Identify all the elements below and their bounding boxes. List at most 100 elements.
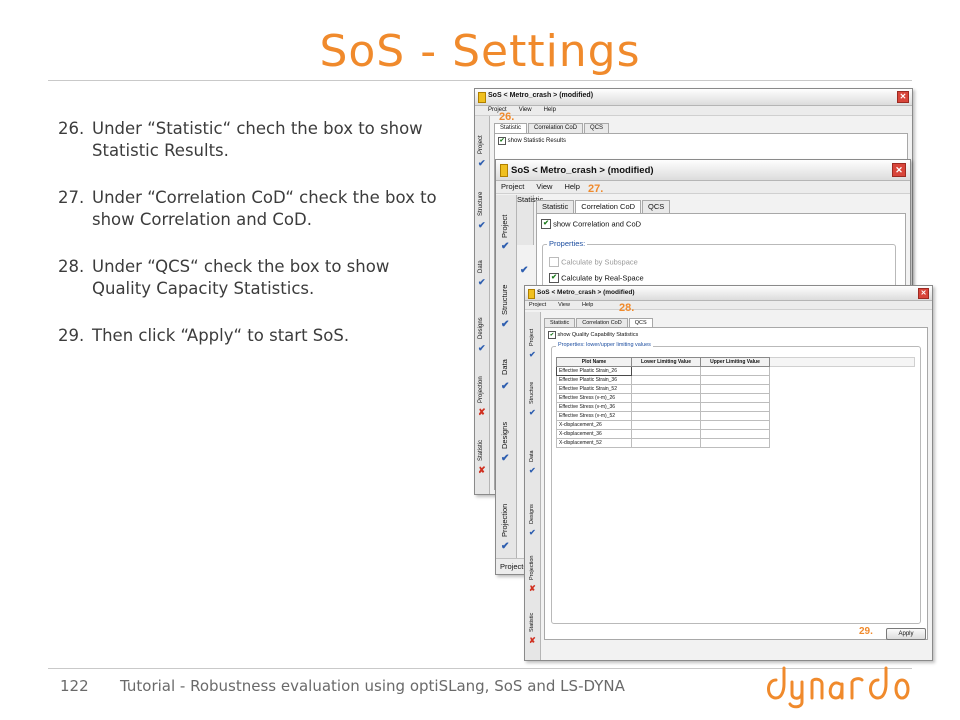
menu-help[interactable]: Help [544, 107, 556, 113]
tab-qcs[interactable]: QCS [628, 318, 653, 327]
plot-name-cell[interactable]: Effective Plastic Strain_26 [556, 366, 632, 376]
sidebar-item-data[interactable]: Data ✔ [525, 432, 540, 475]
lower-value-cell[interactable] [631, 402, 701, 412]
sidebar-item-statistic[interactable]: Statistic ✘ [475, 427, 489, 482]
menu-view[interactable]: View [558, 302, 570, 308]
tab-correlation-cod[interactable]: Correlation CoD [528, 123, 584, 133]
tab-statistic[interactable]: Statistic [536, 200, 575, 213]
upper-value-cell[interactable] [700, 420, 770, 430]
tab-qcs[interactable]: QCS [584, 123, 610, 133]
lower-value-cell[interactable] [631, 375, 701, 385]
lower-value-cell[interactable] [631, 411, 701, 421]
window-titlebar: SoS < Metro_crash > (modified) ✕ [496, 160, 910, 181]
tab-correlation-cod[interactable]: Correlation CoD [576, 318, 628, 327]
tab-statistic[interactable]: Statistic [494, 123, 528, 133]
table-row[interactable]: Effective Plastic Strain_52 [556, 384, 915, 394]
tab-correlation-cod[interactable]: Correlation CoD [575, 200, 642, 213]
table-header[interactable]: Plot Name [556, 357, 632, 367]
lower-value-cell[interactable] [631, 366, 701, 376]
table-row[interactable]: Effective Stress (v-m)_26 [556, 393, 915, 403]
instruction-list: 26. Under “Statistic“ chech the box to s… [58, 118, 450, 372]
sidebar-item-designs[interactable]: Designs ✔ [475, 299, 489, 359]
sidebar-item-project[interactable]: Project ✔ [496, 203, 516, 253]
table-row[interactable]: X-displacement_36 [556, 429, 915, 439]
sidebar-item-designs[interactable]: Designs ✔ [496, 405, 516, 475]
table-row[interactable]: Effective Stress (v-m)_36 [556, 402, 915, 412]
sidebar-item-label: Projection [529, 555, 535, 580]
footer-label: Project [500, 562, 524, 571]
show-qcs-checkbox[interactable]: ✔ [548, 331, 556, 339]
app-icon [528, 289, 535, 299]
menu-help[interactable]: Help [582, 302, 593, 308]
upper-value-cell[interactable] [700, 402, 770, 412]
sidebar-item-label: Project [529, 328, 535, 346]
menu-project[interactable]: Project [501, 182, 524, 191]
upper-value-cell[interactable] [700, 429, 770, 439]
apply-button[interactable]: Apply [886, 628, 926, 640]
show-correlation-checkbox[interactable]: ✔ [541, 219, 551, 230]
table-row[interactable]: Effective Plastic Strain_36 [556, 375, 915, 385]
upper-value-cell[interactable] [700, 393, 770, 403]
lower-value-cell[interactable] [631, 438, 701, 448]
realspace-checkbox[interactable]: ✔ [549, 273, 559, 284]
close-icon[interactable]: ✕ [918, 288, 929, 299]
checkbox-label: show Quality Capability Statistics [557, 332, 639, 338]
sidebar-item-designs[interactable]: Designs ✔ [525, 492, 540, 542]
menu-view[interactable]: View [519, 107, 532, 113]
table-row[interactable]: Effective Plastic Strain_26 [556, 366, 915, 376]
table-row[interactable]: X-displacement_52 [556, 438, 915, 448]
menu-view[interactable]: View [536, 182, 552, 191]
sidebar-item-structure[interactable]: Structure ✔ [475, 176, 489, 236]
tab-qcs[interactable]: QCS [642, 200, 671, 213]
table-row[interactable]: Effective Stress (v-m)_52 [556, 411, 915, 421]
table-header[interactable]: Upper Limiting Value [700, 357, 770, 367]
upper-value-cell[interactable] [700, 366, 770, 376]
sidebar-item-statistic[interactable]: Statistic ✘ [525, 602, 540, 652]
menu-project[interactable]: Project [529, 302, 546, 308]
sidebar-item-structure[interactable]: Structure ✔ [525, 372, 540, 422]
plot-name-cell[interactable]: X-displacement_36 [556, 429, 632, 439]
step-tag-28: 28. [619, 302, 635, 314]
close-icon[interactable]: ✕ [897, 91, 909, 103]
show-statistic-checkbox[interactable]: ✔ [498, 137, 506, 145]
sidebar-item-projection[interactable]: Projection ✘ [525, 544, 540, 594]
sidebar-item-data[interactable]: Data ✔ [475, 240, 489, 295]
plot-name-cell[interactable]: Effective Plastic Strain_36 [556, 375, 632, 385]
checkbox-label: show Correlation and CoD [553, 219, 642, 229]
page-number: 122 [60, 677, 89, 695]
tab-statistic[interactable]: Statistic [544, 318, 576, 327]
plot-name-cell[interactable]: Effective Plastic Strain_52 [556, 384, 632, 394]
plot-name-cell[interactable]: X-displacement_52 [556, 438, 632, 448]
plot-name-cell[interactable]: Effective Stress (v-m)_26 [556, 393, 632, 403]
plot-name-cell[interactable]: X-displacement_26 [556, 420, 632, 430]
upper-value-cell[interactable] [700, 384, 770, 394]
lower-value-cell[interactable] [631, 429, 701, 439]
sidebar-item-projection[interactable]: Projection ✔ [496, 485, 516, 565]
upper-value-cell[interactable] [700, 438, 770, 448]
table-row[interactable]: X-displacement_26 [556, 420, 915, 430]
sidebar-item-label: Designs [500, 421, 509, 449]
close-icon[interactable]: ✕ [892, 163, 906, 177]
sidebar-item-data[interactable]: Data ✔ [496, 345, 516, 405]
option-label: Calculate by Real-Space [561, 273, 644, 283]
menu-help[interactable]: Help [564, 182, 579, 191]
upper-value-cell[interactable] [700, 375, 770, 385]
sidebar-item-structure[interactable]: Structure ✔ [496, 269, 516, 339]
upper-value-cell[interactable] [700, 411, 770, 421]
limits-table: Plot Name Lower Limiting Value Upper Lim… [556, 357, 915, 448]
lower-value-cell[interactable] [631, 420, 701, 430]
subspace-checkbox[interactable] [549, 257, 559, 268]
sidebar-item-project[interactable]: Project ✔ [475, 122, 489, 172]
table-header [769, 357, 915, 367]
table-header[interactable]: Lower Limiting Value [631, 357, 701, 367]
plot-name-cell[interactable]: Effective Stress (v-m)_52 [556, 411, 632, 421]
lower-value-cell[interactable] [631, 393, 701, 403]
sidebar-item-projection[interactable]: Projection ✘ [475, 363, 489, 423]
plot-name-cell[interactable]: Effective Stress (v-m)_36 [556, 402, 632, 412]
lower-value-cell[interactable] [631, 384, 701, 394]
check-icon: ✔ [501, 241, 510, 252]
sidebar-item-project[interactable]: Project ✔ [525, 318, 540, 359]
footer-text: Tutorial - Robustness evaluation using o… [120, 677, 625, 695]
menu-bar: Project View Help [525, 301, 932, 310]
checkbox-label: show Statistic Results [507, 138, 567, 144]
